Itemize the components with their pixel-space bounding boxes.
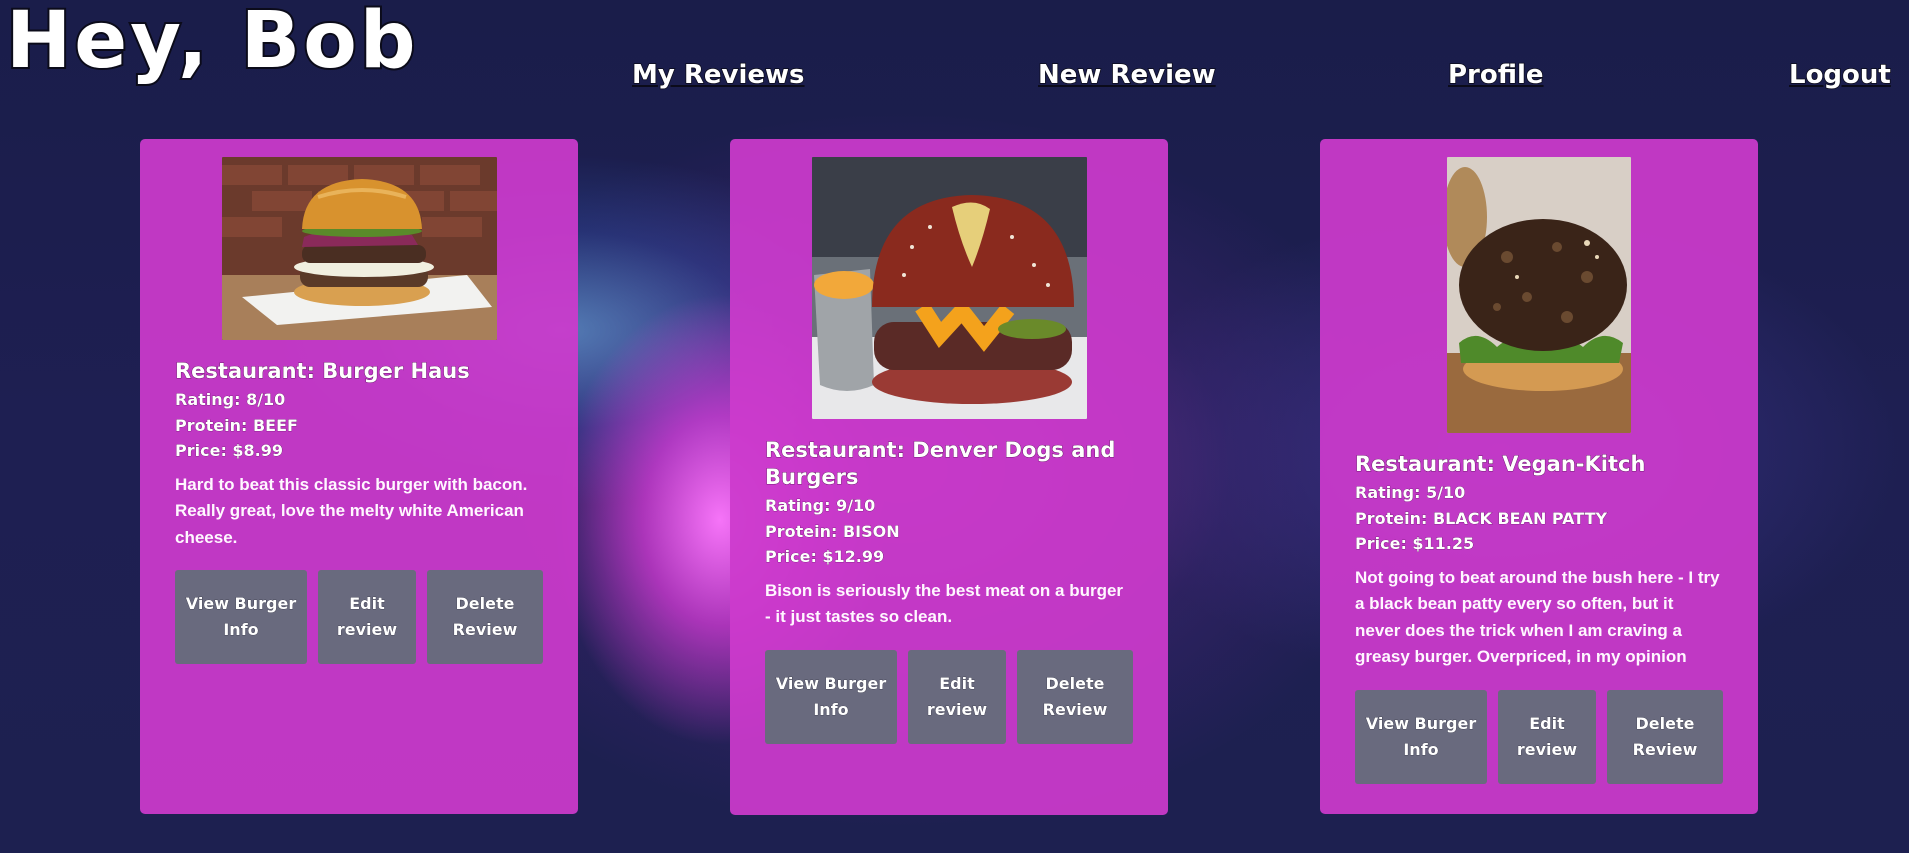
greeting-heading: Hey, Bob (4, 0, 419, 88)
protein-text: Protein: BISON (765, 521, 900, 541)
price-text: Price: $8.99 (175, 441, 284, 461)
card-actions: View Burger Info Edit review Delete Revi… (1355, 689, 1723, 784)
rating-text: Rating: 8/10 (175, 390, 286, 410)
nav-logout-link[interactable]: Logout (1788, 59, 1891, 91)
review-card: Restaurant: Vegan-Kitch Rating: 5/10 Pro… (1320, 139, 1758, 814)
protein-text: Protein: BLACK BEAN PATTY (1355, 508, 1608, 528)
review-card: Restaurant: Denver Dogs and Burgers Rati… (730, 139, 1168, 815)
rating-text: Rating: 5/10 (1355, 483, 1466, 503)
restaurant-name: Restaurant: Vegan-Kitch (1355, 452, 1646, 477)
restaurant-name: Restaurant: Denver Dogs and Burgers (765, 438, 1116, 490)
nav-my-reviews-link[interactable]: My Reviews (631, 59, 805, 91)
rating-text: Rating: 9/10 (765, 496, 876, 516)
review-card: Restaurant: Burger Haus Rating: 8/10 Pro… (140, 139, 578, 814)
review-description: Hard to beat this classic burger with ba… (175, 474, 528, 547)
view-burger-info-button[interactable]: View Burger Info (175, 570, 307, 664)
restaurant-name: Restaurant: Burger Haus (175, 359, 471, 384)
review-description: Bison is seriously the best meat on a bu… (765, 580, 1124, 627)
edit-review-button[interactable]: Edit review (908, 649, 1006, 744)
burger-photo (221, 157, 497, 340)
burger-photo (811, 157, 1087, 419)
card-actions: View Burger Info Edit review Delete Revi… (175, 570, 543, 664)
delete-review-button[interactable]: Delete Review (1017, 649, 1133, 744)
nav-new-review-link[interactable]: New Review (1037, 59, 1216, 91)
burger-photo (1447, 157, 1631, 433)
delete-review-button[interactable]: Delete Review (1607, 689, 1723, 784)
card-actions: View Burger Info Edit review Delete Revi… (765, 649, 1133, 744)
view-burger-info-button[interactable]: View Burger Info (1355, 689, 1487, 784)
edit-review-button[interactable]: Edit review (318, 570, 416, 664)
review-description: Not going to beat around the bush here -… (1355, 567, 1720, 667)
delete-review-button[interactable]: Delete Review (427, 570, 543, 664)
edit-review-button[interactable]: Edit review (1498, 689, 1596, 784)
nav-profile-link[interactable]: Profile (1447, 59, 1544, 91)
view-burger-info-button[interactable]: View Burger Info (765, 649, 897, 744)
price-text: Price: $12.99 (765, 547, 885, 567)
price-text: Price: $11.25 (1355, 534, 1475, 554)
protein-text: Protein: BEEF (175, 415, 299, 435)
